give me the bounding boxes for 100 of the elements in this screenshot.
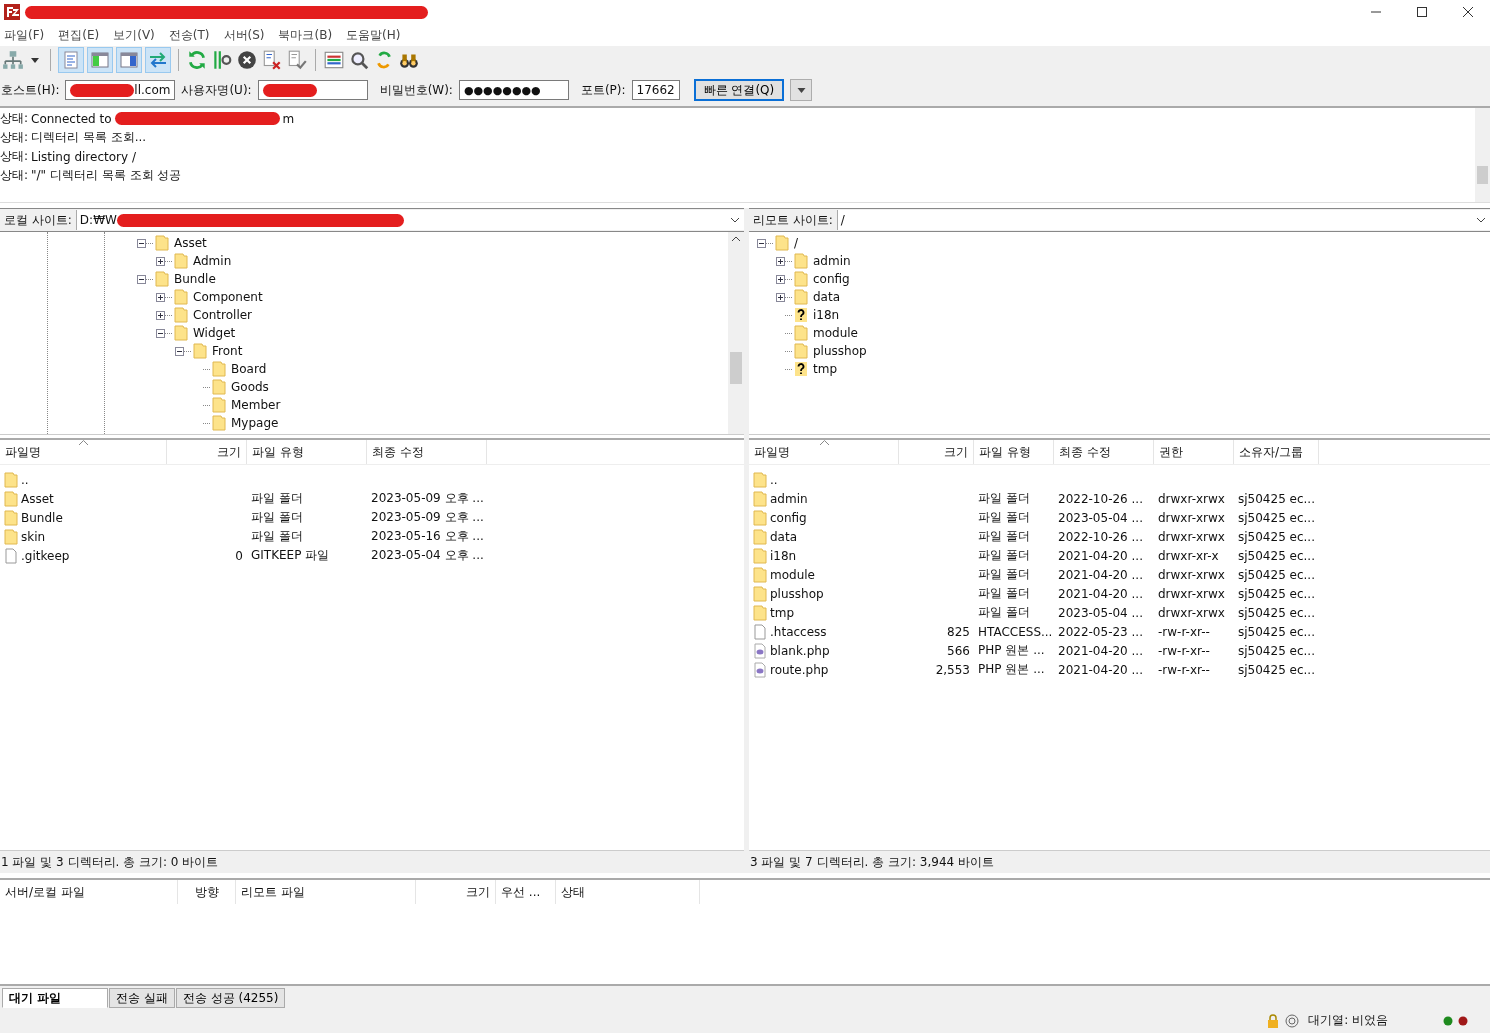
column-header[interactable]: 최종 수정 — [367, 440, 487, 464]
chevron-down-icon[interactable] — [730, 217, 740, 223]
folder-icon — [753, 604, 767, 621]
column-header[interactable]: 크기 — [899, 440, 974, 464]
collapse-icon[interactable] — [156, 328, 165, 338]
table-cell: drwxr-xrwx — [1158, 605, 1225, 620]
queue-tab[interactable]: 대기 파일 — [2, 988, 108, 1008]
expand-icon[interactable] — [156, 292, 165, 302]
collapse-icon[interactable] — [175, 346, 184, 356]
table-cell: tmp — [770, 605, 794, 620]
tree-item[interactable]: Goods — [231, 380, 269, 394]
collapse-icon[interactable] — [137, 274, 146, 284]
table-cell: 2022-10-26 ... — [1058, 491, 1143, 506]
table-cell: .. — [770, 472, 778, 487]
expand-icon[interactable] — [776, 274, 785, 284]
column-header[interactable]: 파일명 — [749, 440, 899, 464]
menu-item[interactable]: 파일(F) — [4, 26, 45, 44]
column-header[interactable]: 크기 — [167, 440, 247, 464]
path-field[interactable]: D:₩W — [75, 210, 744, 230]
password-field[interactable]: ●●●●●●●● — [458, 80, 569, 100]
caret-icon — [796, 87, 806, 93]
tree-item[interactable]: data — [813, 290, 841, 304]
port-field[interactable]: 17662 — [631, 80, 680, 100]
tree-item[interactable]: Controller — [193, 308, 253, 322]
file-icon — [753, 623, 767, 640]
cancel-icon[interactable] — [236, 49, 258, 71]
column-header[interactable]: 리모트 파일 — [236, 880, 416, 904]
caret-icon[interactable] — [31, 57, 39, 63]
search-icon[interactable] — [348, 49, 370, 71]
expand-icon[interactable] — [156, 256, 165, 266]
tree-item[interactable]: Widget — [193, 326, 236, 340]
maximize-icon[interactable] — [1416, 6, 1428, 18]
scrollbar[interactable] — [1475, 108, 1490, 202]
tree-item[interactable]: config — [813, 272, 850, 286]
tree-item[interactable]: module — [813, 326, 858, 340]
queue-tab[interactable]: 전송 실패 — [109, 988, 175, 1008]
tree-item[interactable]: Asset — [174, 236, 207, 250]
tree-item[interactable]: i18n — [813, 308, 840, 322]
collapse-icon[interactable] — [137, 238, 146, 248]
expand-icon[interactable] — [776, 256, 785, 266]
menu-item[interactable]: 북마크(B) — [278, 26, 333, 44]
column-header[interactable]: 서버/로컬 파일 — [0, 880, 178, 904]
menu-item[interactable]: 보기(V) — [113, 26, 155, 44]
tree-item[interactable]: Bundle — [174, 272, 216, 286]
tree-item[interactable]: / — [794, 236, 799, 250]
queue-tab[interactable]: 전송 성공 (4255) — [175, 988, 286, 1008]
scroll-up-icon[interactable] — [731, 236, 741, 242]
tree-item[interactable]: Board — [231, 362, 267, 376]
menu-item[interactable]: 편집(E) — [58, 26, 100, 44]
expand-icon[interactable] — [156, 310, 165, 320]
log-message: m — [282, 111, 295, 126]
path-field[interactable]: / — [836, 210, 1490, 230]
column-header[interactable]: 크기 — [416, 880, 496, 904]
column-header[interactable]: 파일 유형 — [974, 440, 1054, 464]
local-tree-toggle[interactable] — [87, 47, 113, 73]
chevron-down-icon[interactable] — [1476, 217, 1486, 223]
username-field[interactable] — [257, 80, 368, 100]
menu-item[interactable]: 도움말(H) — [346, 26, 401, 44]
table-cell: data — [770, 529, 798, 544]
close-icon[interactable] — [1462, 6, 1474, 18]
tree-item[interactable]: Admin — [193, 254, 232, 268]
list-icon[interactable] — [323, 49, 345, 71]
scrollbar-thumb[interactable] — [730, 352, 742, 384]
remote-tree-toggle[interactable] — [116, 47, 142, 73]
column-header[interactable]: 소유자/그룹 — [1234, 440, 1319, 464]
column-header[interactable]: 상태 — [556, 880, 700, 904]
tree-item[interactable]: Mypage — [231, 416, 279, 430]
expand-icon[interactable] — [776, 292, 785, 302]
table-cell: admin — [770, 491, 808, 506]
folder-icon — [212, 361, 226, 377]
menu-item[interactable]: 전송(T) — [168, 26, 210, 44]
column-header[interactable]: 최종 수정 — [1054, 440, 1154, 464]
collapse-icon[interactable] — [757, 238, 766, 248]
quickconnect-button[interactable]: 빠른 연결(Q) — [693, 79, 785, 101]
queue-toggle[interactable] — [145, 47, 171, 73]
log-toggle[interactable] — [58, 47, 84, 73]
table-cell: 825 — [947, 624, 970, 639]
activity-light-icon — [1458, 1015, 1468, 1026]
tree-item[interactable]: plusshop — [813, 344, 867, 358]
menu-item[interactable]: 서버(S) — [223, 26, 265, 44]
column-header[interactable]: 우선 ... — [496, 880, 556, 904]
host-label: 호스트(H): — [1, 81, 60, 99]
tree-item[interactable]: tmp — [813, 362, 837, 376]
tree-item[interactable]: admin — [813, 254, 851, 268]
dropdown-button[interactable] — [790, 79, 813, 101]
column-header[interactable]: 파일명 — [0, 440, 167, 464]
tree-item[interactable]: Member — [231, 398, 281, 412]
scrollbar[interactable] — [728, 232, 744, 434]
table-cell: drwxr-xrwx — [1158, 586, 1225, 601]
tree-item[interactable]: Component — [193, 290, 263, 304]
column-header[interactable]: 파일 유형 — [247, 440, 367, 464]
column-header[interactable]: 권한 — [1154, 440, 1234, 464]
scrollbar-thumb[interactable] — [1477, 166, 1488, 184]
table-cell: 2022-05-23 ... — [1058, 624, 1143, 639]
disconnect-icon[interactable] — [261, 49, 283, 71]
tree-item[interactable]: Front — [212, 344, 243, 358]
column-header[interactable]: 방향 — [178, 880, 236, 904]
network-icon[interactable] — [2, 49, 24, 71]
reconnect-icon[interactable] — [286, 49, 308, 71]
host-field[interactable]: ll.com — [65, 80, 176, 100]
